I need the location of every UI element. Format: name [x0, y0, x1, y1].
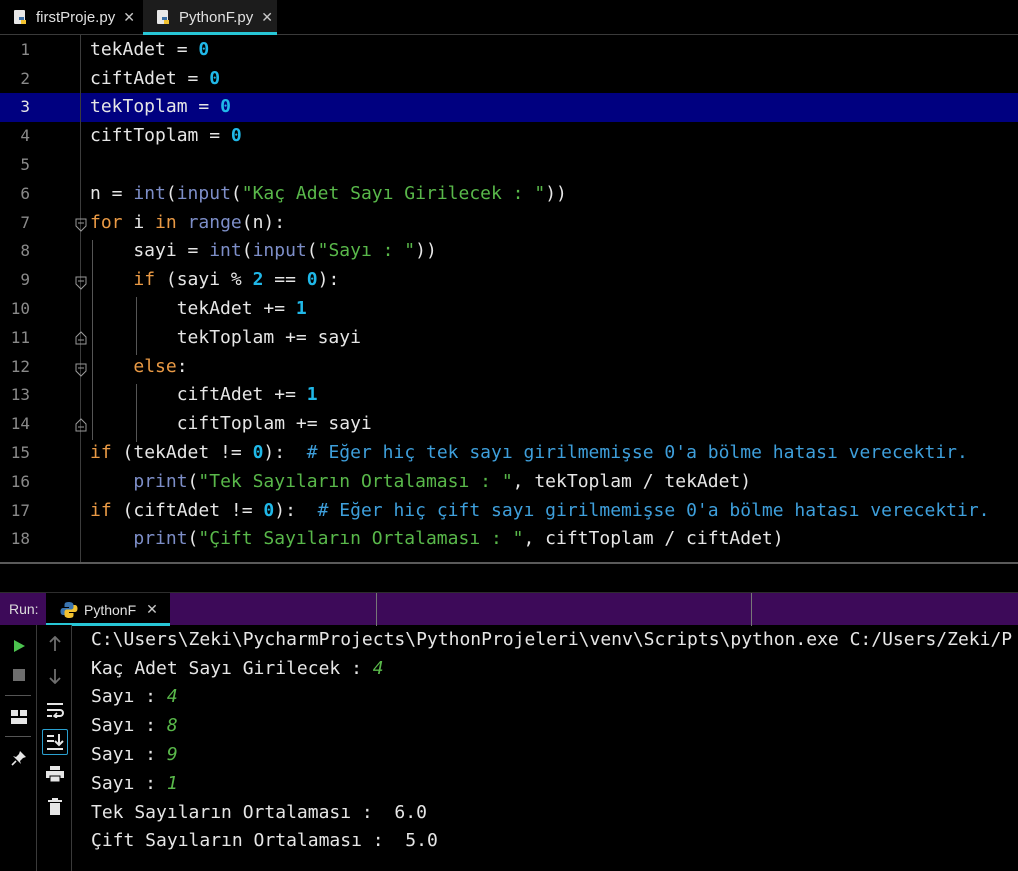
console-line: Sayı : 1 — [91, 773, 178, 794]
print-icon — [46, 766, 64, 782]
run-tab-label: PythonF — [84, 601, 137, 618]
console-line: Sayı : 4 — [91, 686, 178, 707]
code-line: tekToplam += sayi — [90, 327, 361, 348]
run-toolbar-primary — [0, 625, 37, 871]
code-line: ciftAdet += 1 — [90, 384, 318, 405]
tab-label: firstProje.py — [36, 9, 116, 26]
divider — [376, 593, 377, 626]
line-number: 7 — [20, 213, 30, 232]
run-label: Run: — [9, 601, 39, 617]
run-icon — [14, 640, 25, 652]
console-line: Kaç Adet Sayı Girilecek : 4 — [91, 658, 384, 679]
tab-firstproje[interactable]: firstProje.py ✕ — [0, 0, 143, 35]
pin-icon — [11, 751, 26, 766]
divider — [751, 593, 752, 626]
fold-icon[interactable] — [75, 363, 87, 377]
code-line: ciftAdet = 0 — [90, 68, 221, 89]
console-line: Sayı : 9 — [91, 744, 178, 765]
console-output-line: Çift Sayıların Ortalaması : 5.0 — [91, 830, 438, 851]
layout-icon — [11, 710, 27, 724]
gutter-separator — [80, 35, 81, 562]
console-output-line: Tek Sayıların Ortalaması : 6.0 — [91, 802, 427, 823]
trash-icon — [48, 797, 62, 815]
code-line: print("Tek Sayıların Ortalaması : ", tek… — [133, 471, 752, 492]
user-input: 9 — [166, 744, 178, 765]
fold-icon[interactable] — [75, 418, 87, 432]
line-number: 13 — [10, 385, 30, 404]
line-number: 3 — [20, 97, 30, 116]
line-number: 11 — [10, 328, 30, 347]
panel-splitter[interactable] — [0, 562, 1018, 592]
line-number: 16 — [10, 472, 30, 491]
up-stack-button[interactable] — [44, 633, 66, 655]
clear-all-button[interactable] — [44, 795, 66, 817]
code-line: for i in range(n): — [90, 212, 286, 233]
line-number: 1 — [20, 40, 30, 59]
up-arrow-icon — [49, 636, 61, 651]
code-line: sayi = int(input("Sayı : ")) — [90, 240, 437, 261]
code-line: if (ciftAdet != 0): # Eğer hiç çift sayı… — [90, 500, 990, 521]
python-file-icon — [157, 9, 169, 24]
line-number: 10 — [10, 299, 30, 318]
run-toolwindow-header: Run: PythonF ✕ — [0, 592, 1018, 626]
console-line: Sayı : 8 — [91, 715, 178, 736]
soft-wrap-icon — [47, 703, 64, 718]
close-icon[interactable]: ✕ — [261, 9, 273, 26]
code-line: if (tekAdet != 0): # Eğer hiç tek sayı g… — [90, 442, 968, 463]
tab-pythonf[interactable]: PythonF.py ✕ — [143, 0, 277, 35]
console-command-line: C:\Users\Zeki\PycharmProjects\PythonProj… — [91, 629, 1013, 650]
tab-label: PythonF.py — [179, 9, 254, 26]
user-input: 4 — [372, 658, 384, 679]
divider — [5, 736, 31, 737]
run-tab-pythonf[interactable]: PythonF ✕ — [46, 593, 170, 626]
layout-button[interactable] — [8, 706, 30, 728]
line-number: 9 — [20, 270, 30, 289]
fold-icon[interactable] — [75, 276, 87, 290]
editor-tab-bar: firstProje.py ✕ PythonF.py ✕ — [0, 0, 1018, 35]
code-line: else: — [133, 356, 188, 377]
code-line: print("Çift Sayıların Ortalaması : ", ci… — [133, 528, 784, 549]
code-line: ciftToplam += sayi — [90, 413, 372, 434]
line-number: 5 — [20, 155, 30, 174]
line-number: 6 — [20, 184, 30, 203]
code-line: ciftToplam = 0 — [90, 125, 242, 146]
close-icon[interactable]: ✕ — [146, 601, 158, 618]
divider — [5, 695, 31, 696]
line-number: 12 — [10, 357, 30, 376]
run-button[interactable] — [8, 635, 30, 657]
line-number: 18 — [10, 529, 30, 548]
soft-wrap-button[interactable] — [44, 699, 66, 721]
code-line: tekToplam = 0 — [90, 96, 231, 117]
line-number: 15 — [10, 443, 30, 462]
user-input: 8 — [166, 715, 178, 736]
scroll-to-end-icon — [47, 734, 64, 750]
pin-tab-button[interactable] — [8, 747, 30, 769]
stop-button[interactable] — [8, 664, 30, 686]
fold-icon[interactable] — [75, 218, 87, 232]
code-editor[interactable]: 1 2 3 4 5 6 7 8 9 10 11 12 13 14 15 16 1… — [0, 35, 1018, 562]
fold-icon[interactable] — [75, 331, 87, 345]
user-input: 1 — [166, 773, 178, 794]
print-button[interactable] — [44, 763, 66, 785]
code-line: tekAdet += 1 — [90, 298, 307, 319]
line-number: 8 — [20, 241, 30, 260]
user-input: 4 — [166, 686, 178, 707]
code-line: tekAdet = 0 — [90, 39, 210, 60]
down-arrow-icon — [49, 669, 61, 684]
line-number: 17 — [10, 501, 30, 520]
python-icon — [60, 601, 78, 618]
code-line: if (sayi % 2 == 0): — [133, 269, 340, 290]
line-number: 14 — [10, 414, 30, 433]
run-console-output[interactable]: C:\Users\Zeki\PycharmProjects\PythonProj… — [91, 625, 1018, 871]
scroll-to-end-button[interactable] — [42, 729, 68, 755]
line-number: 4 — [20, 126, 30, 145]
run-toolbar-secondary — [38, 625, 72, 871]
stop-icon — [13, 669, 25, 681]
close-icon[interactable]: ✕ — [123, 9, 135, 26]
down-stack-button[interactable] — [44, 665, 66, 687]
line-number: 2 — [20, 69, 30, 88]
code-line: n = int(input("Kaç Adet Sayı Girilecek :… — [90, 183, 567, 204]
python-file-icon — [14, 9, 26, 24]
